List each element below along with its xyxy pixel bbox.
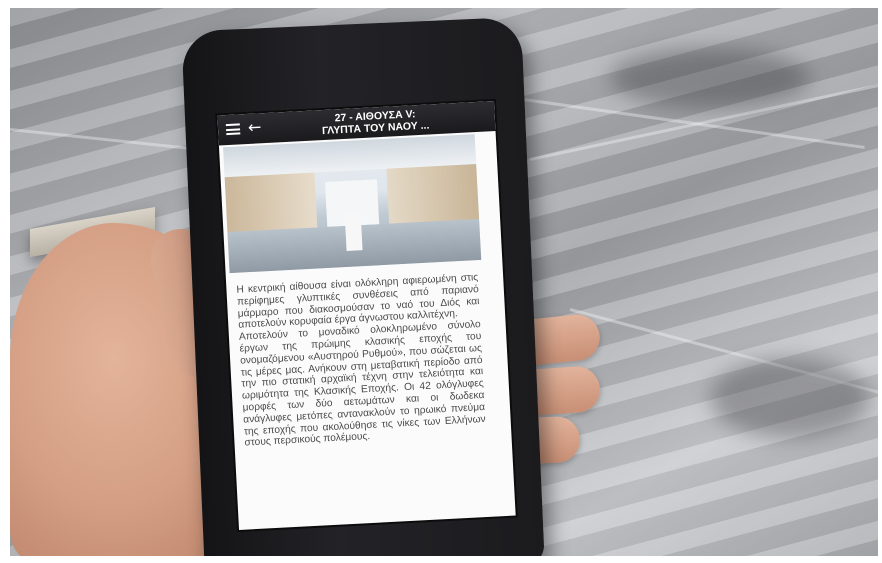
photo-frame: ← 27 - ΑΙΘΟΥΣΑ V: ΓΛΥΠΤΑ ΤΟΥ ΝΑΟΥ ... Η … bbox=[10, 8, 878, 556]
back-arrow-icon[interactable]: ← bbox=[247, 117, 261, 138]
hamburger-menu-icon[interactable] bbox=[225, 123, 241, 136]
floor-shadow bbox=[710, 358, 870, 438]
device-screen: ← 27 - ΑΙΘΟΥΣΑ V: ΓΛΥΠΤΑ ΤΟΥ ΝΑΟΥ ... Η … bbox=[217, 101, 516, 530]
gallery-photo bbox=[222, 134, 482, 274]
description-text: Η κεντρική αίθουσα είναι ολόκληρη αφιερω… bbox=[236, 272, 486, 449]
floor-shadow bbox=[610, 48, 810, 108]
